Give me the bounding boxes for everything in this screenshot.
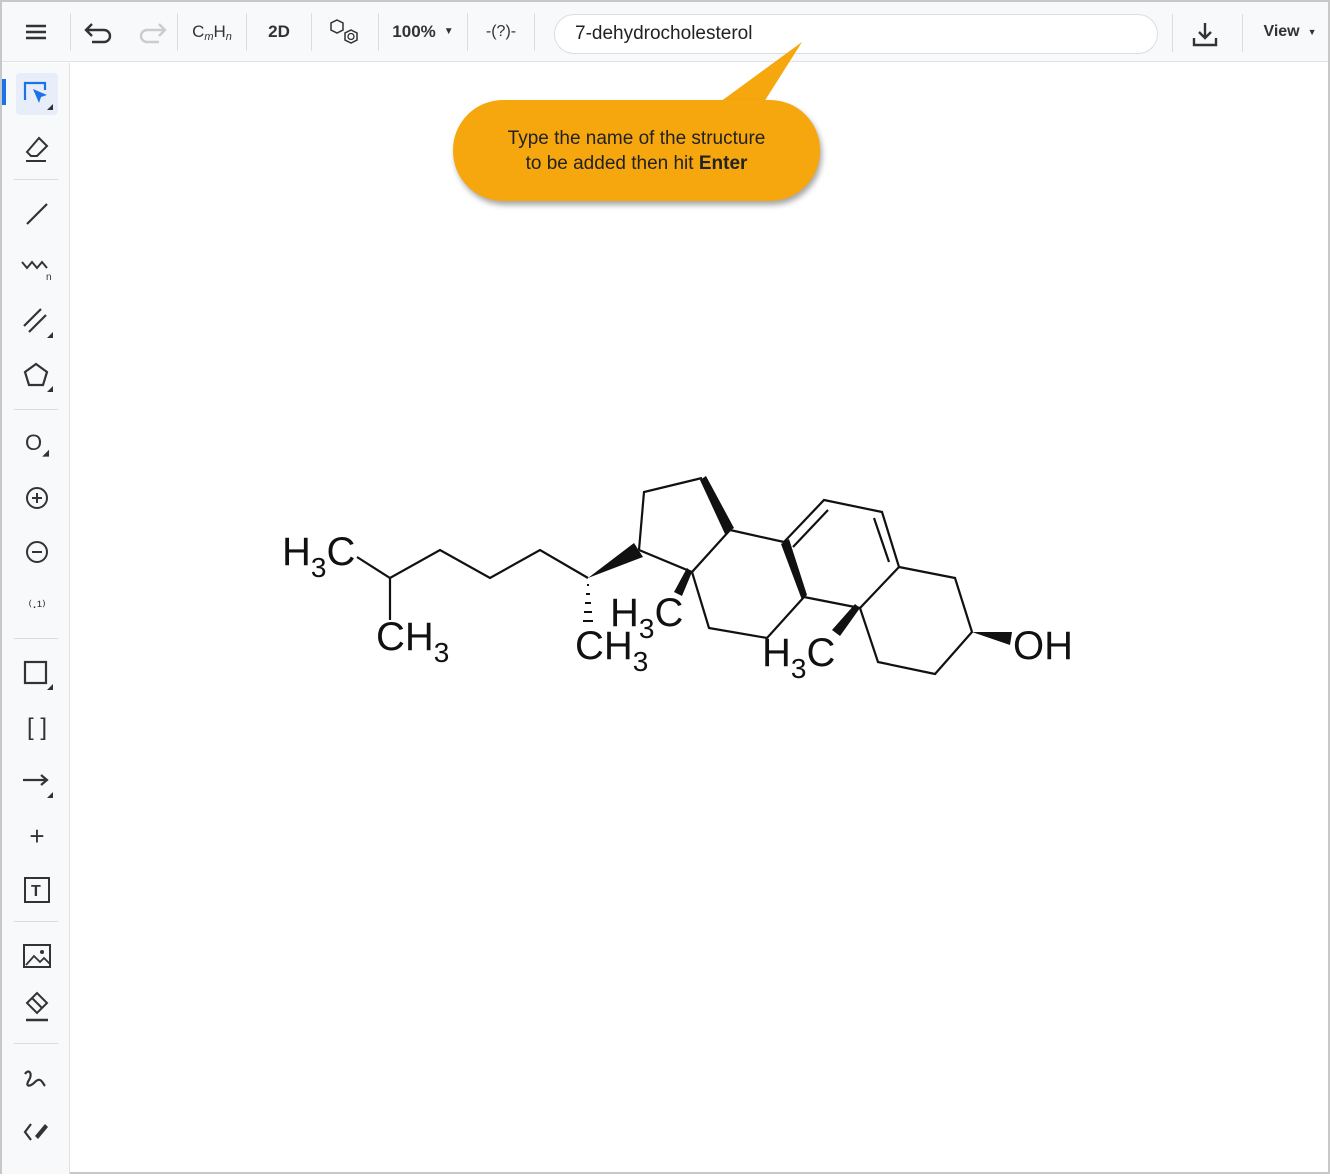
label-oh: OH: [1013, 624, 1073, 668]
hashed-bond: [583, 584, 593, 622]
tooltip-line2: to be added then hit Enter: [453, 151, 820, 176]
label-h3c-left: H3C: [282, 530, 355, 583]
atom-labels: H3C CH3 CH3 H3C H3C OH: [282, 530, 1073, 684]
tooltip-bubble: Type the name of the structure to be add…: [453, 100, 820, 201]
tooltip-line1: Type the name of the structure: [507, 128, 766, 149]
tooltip-enter: Enter: [698, 153, 748, 174]
label-ch3-branch: CH3: [376, 615, 449, 668]
tooltip-line2-text: to be added then hit: [525, 153, 699, 174]
tooltip-pointer: [720, 42, 802, 102]
label-h3c-c19: H3C: [762, 631, 835, 684]
